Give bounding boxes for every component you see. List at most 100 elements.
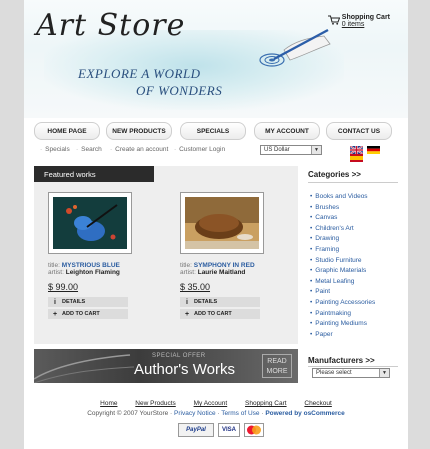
shopping-cart-icon[interactable] [327,15,341,27]
product-price: $ 99.00 [48,282,79,292]
footer-link-new-products[interactable]: New Products [135,400,175,407]
link-specials[interactable]: Specials [40,146,70,153]
spanish-flag-icon[interactable] [350,154,363,162]
category-link[interactable]: Drawing [310,234,375,245]
visa-logo: VISA [217,423,240,437]
footer-links: Home New Products My Account Shopping Ca… [24,400,408,407]
category-link[interactable]: Paintmaking [310,309,375,320]
footer-link-my-account[interactable]: My Account [194,400,228,407]
category-link[interactable]: Children's Art [310,224,375,235]
powered-by-link[interactable]: Powered by osCommerce [265,410,344,417]
currency-select[interactable]: US Dollar ▼ [260,145,322,155]
product-title-label: title: [48,262,60,269]
copyright-line: Copyright © 2007 YourStore · Privacy Not… [87,410,345,417]
product-card: title: MYSTRIOUS BLUE artist: Leighton F… [38,192,138,319]
category-link[interactable]: Painting Accessories [310,298,375,309]
featured-works-tab[interactable]: Featured works [34,166,154,182]
manufacturers-select[interactable]: Please select ▼ [312,368,390,378]
product-title-label: title: [180,262,192,269]
details-button-label: DETAILS [62,299,86,305]
privacy-notice-link[interactable]: Privacy Notice [174,410,216,417]
category-link[interactable]: Studio Furniture [310,256,375,267]
mastercard-icon [246,425,261,435]
add-to-cart-label: ADD TO CART [194,311,232,317]
page: Art Store EXPLORE A WORLD OF WONDERS Sho… [24,0,408,449]
nav-home-page[interactable]: HOME PAGE [34,122,100,140]
product-title-line: title: SYMPHONY IN RED [180,262,270,269]
info-icon: i [54,298,56,306]
product-artist: Leighton Flaming [65,269,120,276]
special-offer-banner[interactable]: SPECIAL OFFER Author's Works READ MORE [34,349,298,383]
add-to-cart-button[interactable]: + ADD TO CART [180,309,260,319]
category-link[interactable]: Framing [310,245,375,256]
category-link[interactable]: Paper [310,330,375,341]
copyright-text: Copyright © 2007 YourStore [87,410,169,417]
featured-works-panel: Featured works title: MYSTRIOUS BLUE art… [34,166,298,344]
paypal-logo: PayPal [178,423,214,437]
language-flags [349,145,394,162]
chevron-down-icon[interactable]: ▼ [311,146,321,154]
category-link[interactable]: Brushes [310,203,375,214]
banner-decoration [34,354,134,383]
product-title[interactable]: SYMPHONY IN RED [194,262,255,269]
category-link[interactable]: Canvas [310,213,375,224]
plus-icon: + [52,310,58,318]
info-icon: i [186,298,188,306]
currency-select-value: US Dollar [264,147,290,153]
chevron-down-icon[interactable]: ▼ [379,369,389,377]
store-logo[interactable]: Art Store [36,8,185,43]
categories-list: Books and VideosBrushesCanvasChildren's … [310,192,375,340]
product-image[interactable] [48,192,132,254]
footer-link-checkout[interactable]: Checkout [304,400,331,407]
product-price: $ 35.00 [180,282,211,292]
link-search[interactable]: Search [76,146,102,153]
details-button[interactable]: i DETAILS [180,297,260,307]
category-link[interactable]: Metal Leafing [310,277,375,288]
product-artist-label: artist: [180,269,196,276]
header: Art Store EXPLORE A WORLD OF WONDERS Sho… [24,0,408,118]
read-more-label-line2: MORE [266,368,288,375]
shopping-cart-title[interactable]: Shopping Cart [342,14,390,21]
add-to-cart-button[interactable]: + ADD TO CART [48,309,128,319]
details-button-label: DETAILS [194,299,218,305]
tagline-line1: EXPLORE A WORLD [78,66,201,81]
category-link[interactable]: Painting Mediums [310,319,375,330]
link-create-account[interactable]: Create an account [110,146,168,153]
divider [308,182,398,183]
main-navigation: HOME PAGE NEW PRODUCTS SPECIALS MY ACCOU… [34,122,392,140]
product-image[interactable] [180,192,264,254]
footer-link-home[interactable]: Home [100,400,117,407]
tagline-line2: OF WONDERS [136,83,223,98]
category-link[interactable]: Books and Videos [310,192,375,203]
english-flag-icon[interactable] [349,145,364,155]
nav-contact-us[interactable]: CONTACT US [326,122,392,140]
manufacturers-select-value: Please select [316,370,352,376]
footer-link-shopping-cart[interactable]: Shopping Cart [245,400,287,407]
nav-my-account[interactable]: MY ACCOUNT [254,122,320,140]
cart-item-count[interactable]: 0 items [342,21,390,28]
sub-navigation: Specials Search Create an account Custom… [34,145,394,162]
manufacturers-heading: Manufacturers >> [308,356,375,365]
categories-heading: Categories >> [308,170,361,179]
details-button[interactable]: i DETAILS [48,297,128,307]
category-link[interactable]: Graphic Materials [310,266,375,277]
product-title-line: title: MYSTRIOUS BLUE [48,262,138,269]
shopping-cart[interactable]: Shopping Cart 0 items [327,14,390,28]
payment-methods: PayPal VISA MasterCard [178,423,266,437]
link-customer-login[interactable]: Customer Login [174,146,225,153]
product-card: title: SYMPHONY IN RED artist: Laurie Ma… [170,192,270,319]
category-link[interactable]: Paint [310,287,375,298]
read-more-label-line1: READ [267,358,287,365]
product-title[interactable]: MYSTRIOUS BLUE [62,262,120,269]
product-artist-line: artist: Leighton Flaming [48,269,138,276]
nav-specials[interactable]: SPECIALS [180,122,246,140]
banner-title: Author's Works [134,361,235,378]
read-more-button[interactable]: READ MORE [262,354,292,378]
terms-of-use-link[interactable]: Terms of Use [221,410,259,417]
product-artist: Laurie Maitland [197,269,246,276]
nav-new-products[interactable]: NEW PRODUCTS [106,122,172,140]
mastercard-logo: MasterCard [243,423,264,437]
german-flag-icon[interactable] [366,146,380,154]
divider [308,366,398,367]
hand-with-brush-illustration [244,28,334,82]
